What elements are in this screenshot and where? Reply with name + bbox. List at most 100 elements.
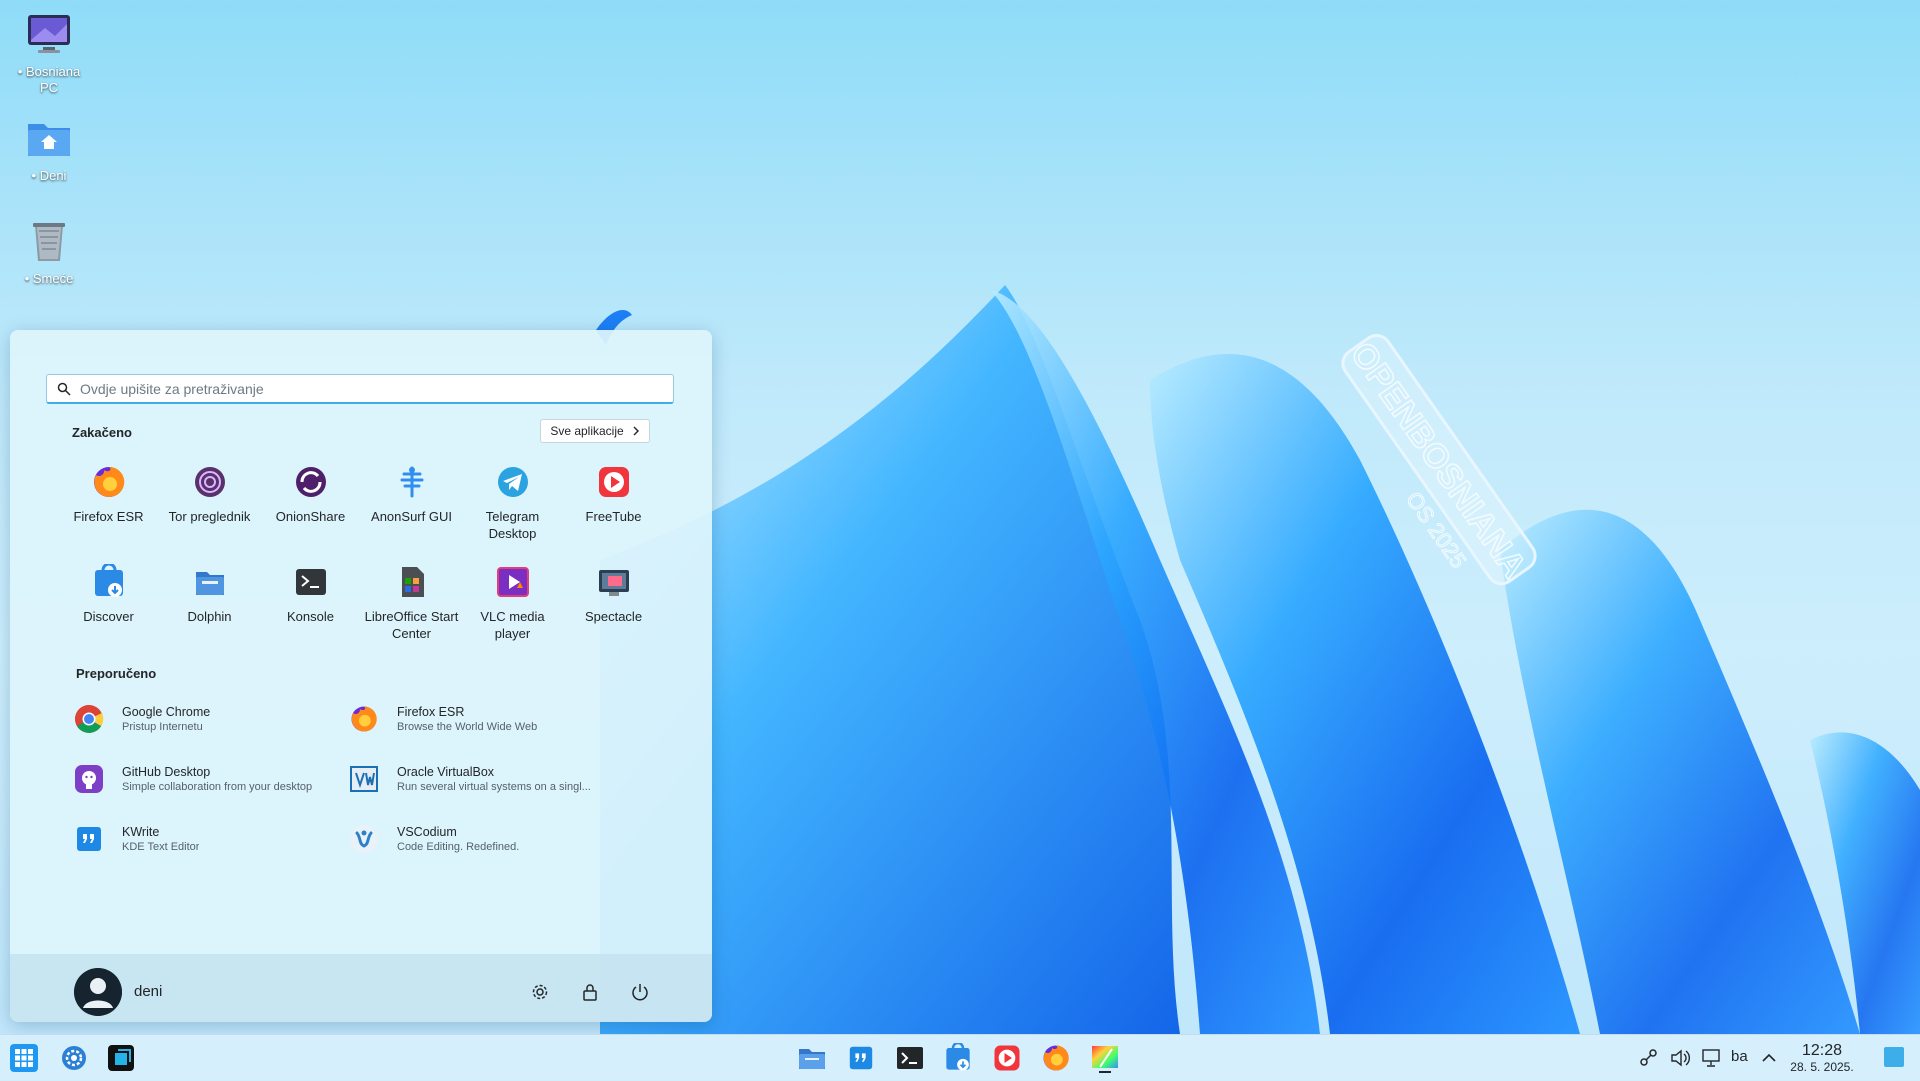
recommended-item-github[interactable]: GitHub Desktop Simple collaboration from …	[74, 762, 349, 796]
libreoffice-icon	[394, 564, 430, 600]
freetube-taskbar-button[interactable]	[990, 1041, 1024, 1075]
recommended-name: Firefox ESR	[397, 705, 465, 719]
trash-icon	[25, 217, 73, 265]
pinned-app-discover[interactable]: Discover	[58, 562, 159, 642]
search-icon	[57, 382, 71, 396]
kwrite-icon	[74, 824, 104, 854]
app-launcher-icon	[10, 1044, 38, 1072]
clock[interactable]: 12:28 28. 5. 2025.	[1786, 1042, 1858, 1075]
menu-footer: deni	[10, 954, 712, 1022]
terminal-button[interactable]	[893, 1041, 927, 1075]
desktop-icon-trash[interactable]: • Smeće	[14, 217, 84, 287]
lock-icon[interactable]	[580, 982, 600, 1002]
tor-browser-icon	[192, 464, 228, 500]
recommended-desc: Run several virtual systems on a singl..…	[397, 781, 591, 793]
kwrite-taskbar-button[interactable]	[844, 1041, 878, 1075]
firefox-icon	[1043, 1045, 1069, 1071]
recommended-title: Preporučeno	[76, 666, 157, 681]
file-manager-icon	[799, 1049, 825, 1069]
anonsurf-icon	[394, 464, 430, 500]
pinned-title: Zakačeno	[72, 425, 132, 440]
desktop-icon-label: • Deni	[31, 168, 67, 183]
desktop-icon-home[interactable]: • Deni	[14, 114, 84, 184]
pinned-app-libreoffice[interactable]: LibreOffice Start Center	[361, 564, 462, 642]
app-label: Tor preglednik	[168, 509, 251, 524]
terminal-icon	[897, 1047, 923, 1069]
recommended-desc: KDE Text Editor	[122, 841, 200, 853]
pinned-app-dolphin[interactable]: Dolphin	[159, 564, 260, 642]
system-settings-button[interactable]	[57, 1041, 91, 1075]
recommended-item-kwrite[interactable]: KWrite KDE Text Editor	[74, 822, 349, 856]
clock-date: 28. 5. 2025.	[1790, 1060, 1854, 1074]
firefox-taskbar-button[interactable]	[1039, 1041, 1073, 1075]
app-label: Spectacle	[584, 609, 643, 624]
discover-icon	[946, 1043, 970, 1071]
network-share-icon[interactable]	[1638, 1047, 1660, 1069]
pinned-app-anonsurf[interactable]: AnonSurf GUI	[361, 464, 462, 542]
konsole-icon	[293, 564, 329, 600]
search-input[interactable]: Ovdje upišite za pretraživanje	[46, 374, 674, 404]
virtualbox-icon	[349, 764, 379, 794]
recommended-item-chrome[interactable]: Google Chrome Pristup Internetu	[74, 702, 349, 736]
app-label: Dolphin	[187, 609, 232, 624]
vlc-icon	[495, 564, 531, 600]
all-apps-label: Sve aplikacije	[550, 424, 624, 438]
app-label: LibreOffice Start Center	[364, 609, 459, 641]
github-icon	[74, 764, 104, 794]
pinned-apps: Firefox ESR Tor preglednik OnionShare An…	[58, 464, 664, 642]
file-manager-button[interactable]	[795, 1041, 829, 1075]
user-name: deni	[134, 983, 163, 1000]
virtualbox-taskbar-button[interactable]	[104, 1041, 138, 1075]
recommended-name: KWrite	[122, 825, 160, 839]
all-apps-button[interactable]: Sve aplikacije	[540, 419, 650, 443]
recommended-desc: Code Editing. Redefined.	[397, 841, 520, 853]
network-icon[interactable]	[1700, 1047, 1722, 1069]
show-desktop-button[interactable]	[1884, 1047, 1904, 1067]
freetube-icon	[994, 1045, 1020, 1071]
pinned-app-freetube[interactable]: FreeTube	[563, 464, 664, 542]
spectacle-icon	[596, 564, 632, 600]
color-app-taskbar-button[interactable]	[1088, 1041, 1122, 1075]
firefox-icon	[91, 464, 127, 500]
pinned-app-konsole[interactable]: Konsole	[260, 564, 361, 642]
desktop-icon-computer[interactable]: • Bosniana PC	[14, 10, 84, 96]
app-label: OnionShare	[275, 509, 346, 524]
search-placeholder: Ovdje upišite za pretraživanje	[80, 380, 264, 397]
app-label: Telegram Desktop	[485, 509, 540, 541]
recommended-name: GitHub Desktop	[122, 765, 211, 779]
app-label: Discover	[83, 609, 134, 624]
pinned-app-vlc[interactable]: VLC media player	[462, 564, 563, 642]
settings-icon[interactable]	[530, 982, 550, 1002]
volume-icon[interactable]	[1669, 1047, 1691, 1069]
discover-taskbar-button[interactable]	[941, 1041, 975, 1075]
avatar[interactable]	[74, 968, 122, 1016]
discover-icon	[91, 562, 127, 600]
kwrite-icon	[849, 1046, 873, 1070]
power-icon[interactable]	[630, 982, 650, 1002]
system-settings-icon	[62, 1046, 86, 1070]
pinned-app-onionshare[interactable]: OnionShare	[260, 464, 361, 542]
firefox-icon	[349, 704, 379, 734]
recommended-item-firefox[interactable]: Firefox ESR Browse the World Wide Web	[349, 702, 624, 736]
recommended-item-virtualbox[interactable]: Oracle VirtualBox Run several virtual sys…	[349, 762, 624, 796]
app-label: VLC media player	[480, 609, 545, 641]
pinned-app-firefox[interactable]: Firefox ESR	[58, 464, 159, 542]
recommended-item-vscodium[interactable]: VSCodium Code Editing. Redefined.	[349, 822, 624, 856]
pinned-app-telegram[interactable]: Telegram Desktop	[462, 464, 563, 542]
telegram-icon	[495, 464, 531, 500]
app-label: FreeTube	[585, 509, 642, 524]
recommended-name: VSCodium	[397, 825, 457, 839]
clock-time: 12:28	[1801, 1042, 1843, 1059]
chrome-icon	[74, 704, 104, 734]
keyboard-layout-indicator[interactable]: ba	[1731, 1048, 1748, 1065]
chevron-right-icon	[633, 426, 639, 436]
recommended-list: Google Chrome Pristup Internetu Firefox E…	[74, 702, 674, 856]
vscodium-icon	[349, 824, 379, 854]
chevron-up-icon[interactable]	[1758, 1047, 1780, 1069]
app-launcher-button[interactable]	[7, 1041, 41, 1075]
app-label: Konsole	[287, 609, 334, 624]
pinned-app-tor[interactable]: Tor preglednik	[159, 464, 260, 542]
virtualbox-icon	[108, 1045, 134, 1071]
pinned-app-spectacle[interactable]: Spectacle	[563, 564, 664, 642]
app-label: AnonSurf GUI	[371, 509, 452, 524]
